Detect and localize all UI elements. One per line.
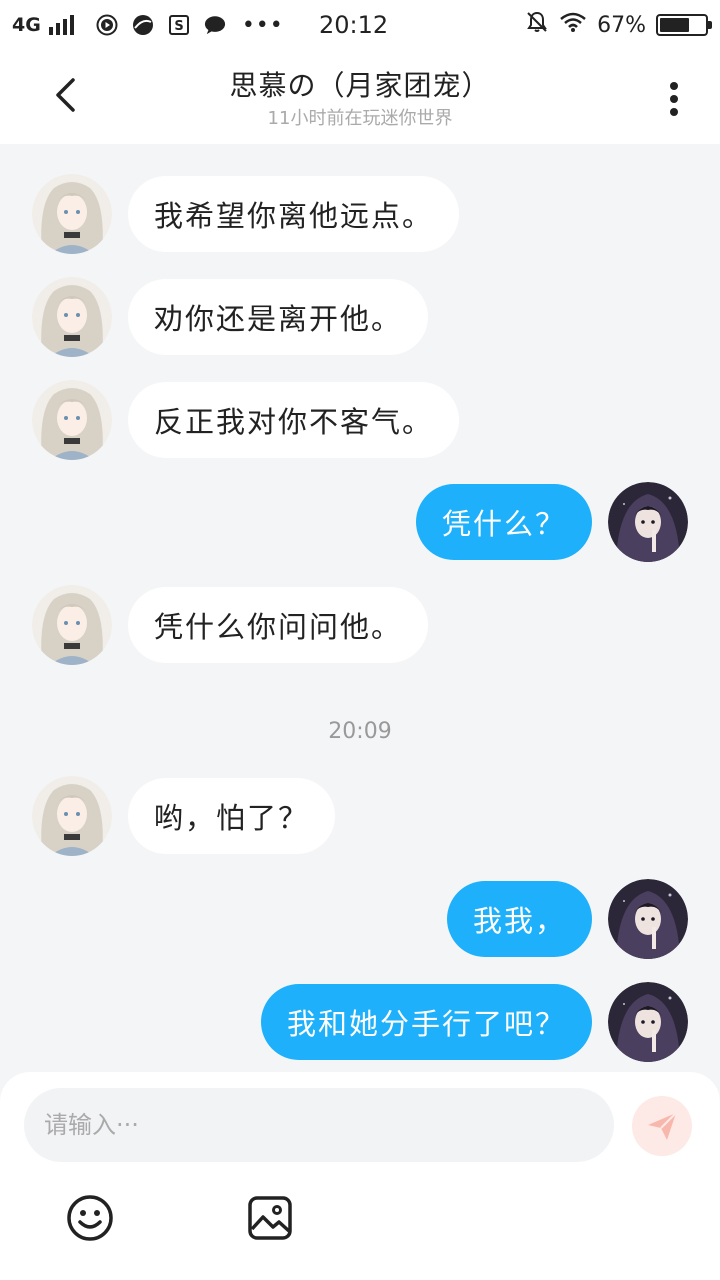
message-bubble[interactable]: 我和她分手行了吧？	[260, 984, 592, 1060]
status-right: 67%	[525, 10, 712, 40]
contact-avatar-image	[32, 277, 112, 357]
message-bubble[interactable]: 凭什么你问问他。	[128, 587, 429, 663]
contact-avatar[interactable]	[32, 380, 112, 460]
message-bubble[interactable]: 我希望你离他远点。	[128, 176, 460, 252]
battery-percent: 67%	[597, 12, 646, 38]
message-bubble[interactable]: 反正我对你不客气。	[128, 382, 460, 458]
user-avatar-image	[608, 982, 688, 1062]
message-list[interactable]: 我希望你离他远点。 劝你还是离开他。 反正我对你不客气。 凭什么？ 凭什么你问问…	[0, 144, 720, 1074]
video-app-icon	[96, 14, 118, 36]
user-avatar-image	[608, 482, 688, 562]
message-outgoing: 我我，	[0, 879, 720, 959]
message-incoming: 反正我对你不客气。	[0, 380, 720, 460]
message-incoming: 劝你还是离开他。	[0, 277, 720, 357]
message-incoming: 凭什么你问问他。	[0, 585, 720, 665]
status-left: 4G S •••	[12, 13, 312, 38]
contact-avatar-image	[32, 174, 112, 254]
svg-text:S: S	[174, 19, 183, 34]
s-app-icon: S	[168, 14, 190, 36]
signal-icon	[48, 15, 74, 35]
send-icon	[648, 1112, 677, 1140]
message-incoming: 哟，怕了？	[0, 776, 720, 856]
more-notifications-icon: •••	[241, 12, 284, 38]
chat-header: 思慕の（月家团宠） 11小时前在玩迷你世界	[0, 50, 720, 144]
back-button[interactable]	[40, 70, 90, 120]
input-panel	[0, 1072, 720, 1280]
battery-icon	[656, 14, 712, 36]
status-time: 20:12	[318, 11, 389, 39]
contact-avatar[interactable]	[32, 277, 112, 357]
network-type: 4G	[12, 14, 41, 36]
battery-fill	[660, 18, 690, 32]
chevron-left-icon	[56, 78, 75, 112]
image-icon	[248, 1196, 292, 1240]
message-bubble[interactable]: 哟，怕了？	[128, 778, 336, 854]
wifi-icon	[559, 11, 587, 39]
contact-avatar[interactable]	[32, 776, 112, 856]
time-divider: 20:09	[328, 719, 392, 744]
user-avatar[interactable]	[608, 879, 688, 959]
message-input[interactable]	[24, 1088, 614, 1162]
more-vertical-icon	[670, 82, 678, 116]
contact-status: 11小时前在玩迷你世界	[267, 108, 453, 129]
contact-avatar-image	[32, 585, 112, 665]
message-outgoing: 我和她分手行了吧？	[0, 982, 720, 1062]
image-button[interactable]	[244, 1192, 296, 1244]
contact-avatar-image	[32, 380, 112, 460]
status-bar: 4G S ••• 20:12 67%	[0, 0, 720, 50]
contact-avatar[interactable]	[32, 174, 112, 254]
emoji-button[interactable]	[64, 1192, 116, 1244]
send-button[interactable]	[632, 1096, 692, 1156]
user-avatar[interactable]	[608, 482, 688, 562]
message-bubble[interactable]: 劝你还是离开他。	[128, 279, 429, 355]
message-bubble[interactable]: 我我，	[446, 881, 592, 957]
contact-avatar-image	[32, 776, 112, 856]
message-incoming: 我希望你离他远点。	[0, 174, 720, 254]
more-options-button[interactable]	[654, 74, 694, 124]
browser-app-icon	[132, 14, 154, 36]
chat-app-icon	[204, 14, 226, 36]
user-avatar-image	[608, 879, 688, 959]
contact-avatar[interactable]	[32, 585, 112, 665]
message-outgoing: 凭什么？	[0, 482, 720, 562]
user-avatar[interactable]	[608, 982, 688, 1062]
message-bubble[interactable]: 凭什么？	[415, 484, 592, 560]
contact-name: 思慕の（月家团宠）	[229, 69, 491, 102]
smiley-icon	[67, 1195, 113, 1241]
mute-icon	[525, 10, 549, 40]
